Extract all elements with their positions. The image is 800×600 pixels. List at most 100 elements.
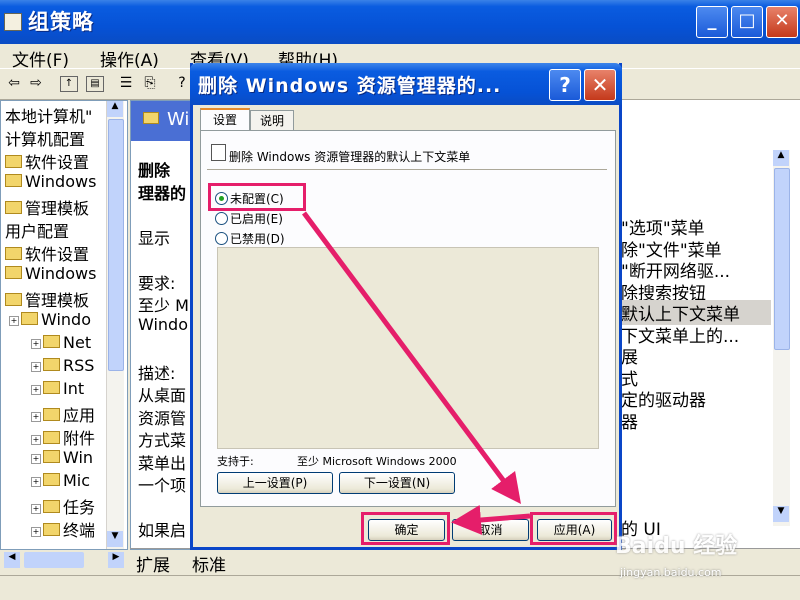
tree-node[interactable]: + 终端 [31, 517, 95, 540]
tree-node-label: Windo [41, 310, 91, 329]
tree-node[interactable]: 计算机配置 [5, 126, 86, 149]
help-icon[interactable]: ? [172, 74, 192, 92]
expand-icon[interactable]: + [31, 362, 41, 372]
tree-node[interactable]: + Win [31, 448, 93, 470]
show-tree-icon[interactable]: ▤ [86, 76, 104, 92]
previous-setting-button[interactable]: 上一设置(P) [217, 472, 333, 494]
description-line: 删除 [138, 161, 171, 180]
tab-settings[interactable]: 设置 [200, 108, 250, 132]
description-line: 菜单出 [138, 453, 187, 473]
expand-icon[interactable]: + [31, 527, 41, 537]
folder-icon [43, 473, 60, 486]
radio-enabled[interactable]: 已启用(E) [215, 210, 283, 227]
cancel-button[interactable]: 取消 [452, 519, 529, 541]
tree-node-label: Win [63, 448, 94, 467]
scroll-left-icon[interactable]: ◀ [4, 552, 20, 568]
tab-explain[interactable]: 说明 [250, 110, 294, 131]
folder-icon [143, 112, 159, 124]
radio-not-configured-label: 未配置(C) [230, 192, 284, 206]
tab-standard[interactable]: 标准 [192, 551, 226, 576]
scroll-down-icon[interactable]: ▼ [773, 506, 789, 522]
tree-node[interactable]: + 应用 [31, 402, 95, 425]
tree-node-label: 任务 [63, 498, 96, 517]
up-folder-icon[interactable]: ↑ [60, 76, 78, 92]
tree-node[interactable]: 管理模板 [5, 195, 89, 218]
radio-icon [215, 232, 228, 245]
tree-node[interactable]: 管理模板 [5, 287, 90, 310]
main-title-bar[interactable]: 组策略 _ □ ✕ [0, 0, 800, 44]
tree-node-label: 软件设置 [25, 245, 90, 264]
scroll-down-icon[interactable]: ▼ [107, 531, 123, 547]
tree-node[interactable]: 用户配置 [5, 218, 69, 241]
expand-icon[interactable]: + [31, 339, 41, 349]
radio-not-configured[interactable]: 未配置(C) [215, 190, 284, 207]
ok-button[interactable]: 确定 [368, 519, 445, 541]
dialog-title-bar[interactable]: 删除 Windows 资源管理器的... ? ✕ [190, 63, 622, 105]
description-line: Windo [138, 314, 188, 334]
dialog-close-button[interactable]: ✕ [584, 69, 616, 101]
scroll-up-icon[interactable]: ▲ [107, 101, 123, 117]
radio-icon [215, 212, 228, 225]
expand-icon[interactable]: + [31, 477, 41, 487]
settings-list-item[interactable]: 下文菜单上的... [621, 322, 739, 347]
policy-name: 删除 Windows 资源管理器的默认上下文菜单 [229, 150, 471, 164]
radio-enabled-label: 已启用(E) [230, 212, 283, 226]
apply-button[interactable]: 应用(A) [537, 519, 612, 541]
next-setting-button[interactable]: 下一设置(N) [339, 472, 455, 494]
radio-disabled-label: 已禁用(D) [230, 232, 285, 246]
folder-icon [43, 523, 60, 536]
list-vertical-scrollbar[interactable]: ▲ ▼ [773, 150, 790, 526]
expand-icon[interactable]: + [9, 316, 19, 326]
scroll-right-icon[interactable]: ▶ [108, 552, 124, 568]
expand-icon[interactable]: + [31, 504, 41, 514]
expand-icon[interactable]: + [31, 454, 41, 464]
tree-node[interactable]: + 任务 [31, 494, 96, 517]
tree-node-label: 计算机配置 [5, 130, 86, 149]
tree-node[interactable]: Windows [5, 172, 96, 194]
tree-node[interactable]: + Windo [9, 310, 91, 332]
tree-vertical-scrollbar[interactable]: ▲ ▼ [106, 101, 124, 549]
tree-node-label: 软件设置 [25, 153, 90, 172]
folder-icon [5, 201, 22, 214]
tree-hscroll-thumb[interactable] [24, 552, 84, 568]
tree-node[interactable]: + Net [31, 333, 91, 355]
tree-node[interactable]: 软件设置 [5, 241, 90, 264]
tree-node[interactable]: 软件设置 [5, 149, 90, 172]
maximize-button[interactable]: □ [731, 6, 763, 38]
tree-node-label: Int [63, 379, 85, 398]
minimize-button[interactable]: _ [696, 6, 728, 38]
folder-icon [43, 408, 60, 421]
tree-node[interactable]: + Mic [31, 471, 90, 493]
export-list-icon[interactable]: ⎘ [140, 74, 160, 92]
settings-list-item[interactable]: 器 [621, 408, 638, 433]
forward-icon[interactable]: ⇨ [26, 74, 46, 92]
tree-pane: 本地计算机" 计算机配置 软件设置 Windows 管理模板 用户配置 软件设置 Window… [0, 100, 128, 550]
radio-icon [215, 192, 228, 205]
description-line: 理器的 [138, 183, 187, 203]
close-button[interactable]: ✕ [766, 6, 798, 38]
supported-on-label: 支持于: [217, 455, 254, 468]
description-line: 从桌面 [138, 386, 187, 405]
tree-node[interactable]: + Int [31, 379, 84, 401]
tree-node[interactable]: Windows [5, 264, 96, 286]
tree-horizontal-scrollbar[interactable]: ◀ ▶ [0, 548, 128, 572]
tab-extended[interactable]: 扩展 [136, 551, 170, 576]
tree-node-label: 管理模板 [25, 291, 90, 310]
tree-node-label: Windows [25, 264, 97, 283]
dialog-title: 删除 Windows 资源管理器的... [198, 75, 502, 97]
dialog-help-button[interactable]: ? [549, 69, 581, 101]
expand-icon[interactable]: + [31, 385, 41, 395]
tree-scroll-thumb[interactable] [108, 119, 124, 371]
expand-icon[interactable]: + [31, 412, 41, 422]
properties-icon[interactable]: ☰ [116, 74, 136, 92]
tree-node[interactable]: + RSS [31, 356, 94, 378]
tree-node[interactable]: + 附件 [31, 425, 95, 448]
tree-node[interactable]: 本地计算机" [5, 103, 92, 126]
radio-disabled[interactable]: 已禁用(D) [215, 230, 285, 247]
list-scroll-thumb[interactable] [774, 168, 790, 350]
scroll-up-icon[interactable]: ▲ [773, 150, 789, 166]
expand-icon[interactable]: + [31, 435, 41, 445]
folder-icon [43, 358, 60, 371]
back-icon[interactable]: ⇦ [4, 74, 24, 92]
settings-list-pane: "选项"菜单 除"文件"菜单 "断开网络驱... 除搜索按钮 默认上下文菜单 下文菜单上的… [615, 100, 800, 548]
